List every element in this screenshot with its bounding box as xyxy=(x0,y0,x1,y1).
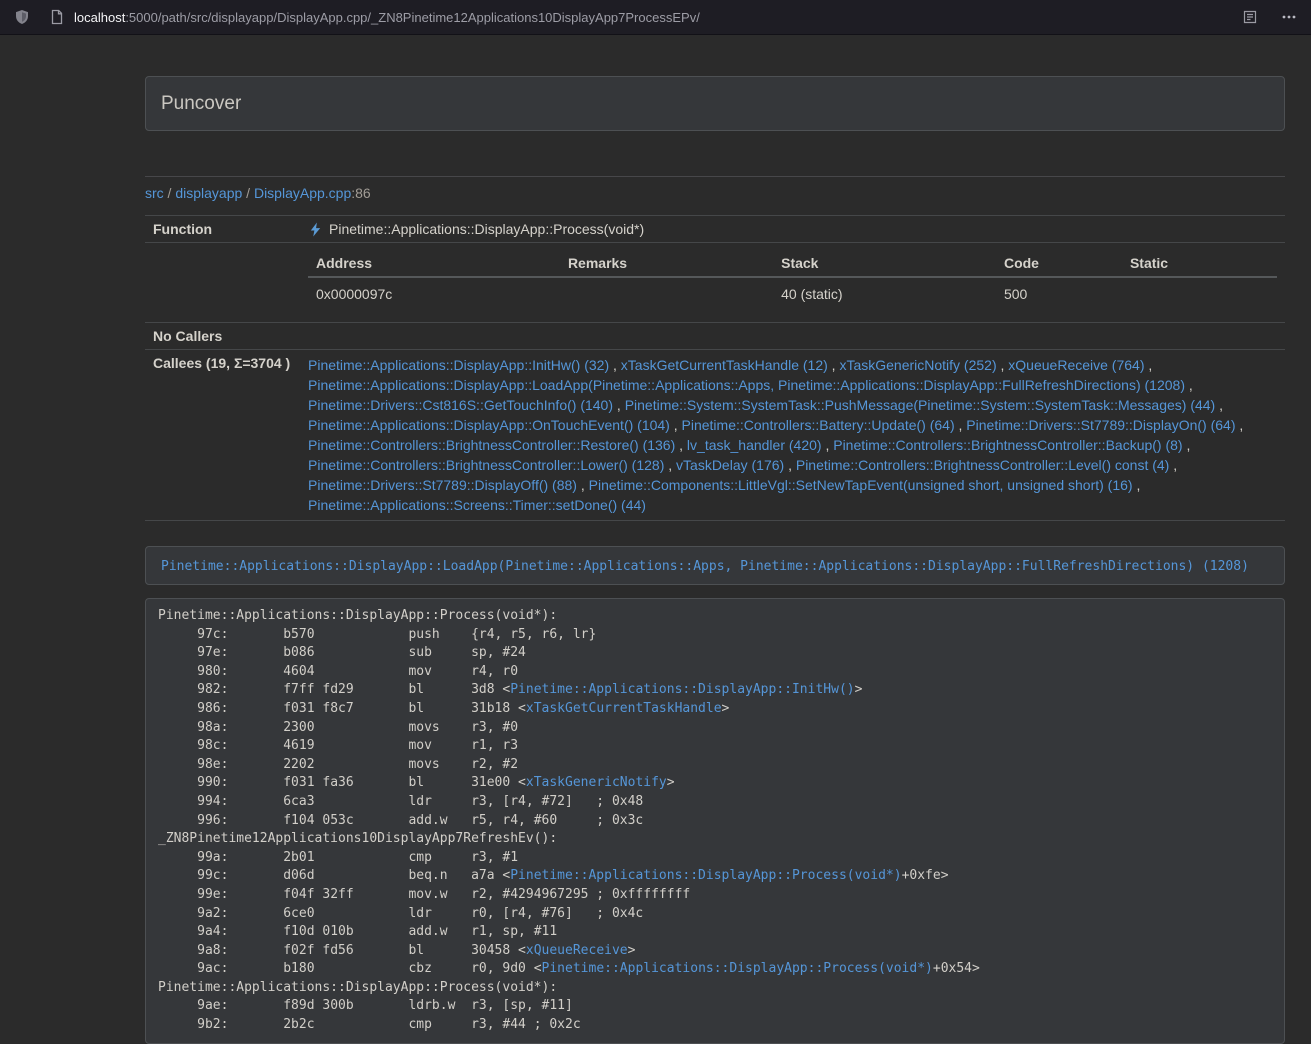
function-table: Function Pinetime::Applications::Display… xyxy=(145,215,1285,521)
stats-column-header: Static xyxy=(1122,250,1277,277)
callee-link[interactable]: Pinetime::System::SystemTask::PushMessag… xyxy=(625,397,1216,413)
menu-dots-icon[interactable] xyxy=(1281,9,1297,25)
stats-value-cell: 500 xyxy=(996,277,1122,312)
callee-link[interactable]: vTaskDelay (176) xyxy=(676,457,784,473)
callee-separator: , xyxy=(1236,417,1244,433)
stats-value-cell xyxy=(1122,277,1277,312)
callee-link[interactable]: Pinetime::Controllers::BrightnessControl… xyxy=(308,437,675,453)
app-navbar: Puncover xyxy=(145,76,1285,131)
callee-separator: , xyxy=(828,357,840,373)
stats-value-cell: 0x0000097c xyxy=(308,277,560,312)
callee-separator: , xyxy=(1169,457,1177,473)
callee-link[interactable]: Pinetime::Controllers::Battery::Update()… xyxy=(682,417,955,433)
breadcrumb-separator: / xyxy=(242,185,254,201)
code-symbol-link[interactable]: Pinetime::Applications::DisplayApp::Init… xyxy=(510,682,854,697)
callee-link[interactable]: Pinetime::Controllers::BrightnessControl… xyxy=(796,457,1169,473)
stats-value-row: 0x0000097c 40 (static)500 xyxy=(308,277,1277,312)
callee-link[interactable]: lv_task_handler (420) xyxy=(687,437,822,453)
callee-separator: , xyxy=(609,357,621,373)
symbol-heading-link[interactable]: Pinetime::Applications::DisplayApp::Load… xyxy=(161,559,1249,574)
callee-separator: , xyxy=(1183,437,1191,453)
breadcrumb-link[interactable]: DisplayApp.cpp xyxy=(254,185,351,201)
callee-link[interactable]: Pinetime::Applications::DisplayApp::Load… xyxy=(308,377,1185,393)
callers-row: No Callers xyxy=(145,323,1285,350)
brand-link[interactable]: Puncover xyxy=(161,93,241,115)
callee-separator: , xyxy=(955,417,967,433)
code-symbol-link[interactable]: Pinetime::Applications::DisplayApp::Proc… xyxy=(510,868,901,883)
callee-separator: , xyxy=(1185,377,1193,393)
url-host: localhost xyxy=(74,10,125,25)
callee-separator: , xyxy=(613,397,625,413)
callees-list: Pinetime::Applications::DisplayApp::Init… xyxy=(300,350,1285,521)
code-symbol-link[interactable]: xTaskGenericNotify xyxy=(526,775,667,790)
stats-column-header: Address xyxy=(308,250,560,277)
stats-column-header: Code xyxy=(996,250,1122,277)
browser-toolbar: localhost:5000/path/src/displayapp/Displ… xyxy=(0,0,1311,35)
url-path: :5000/path/src/displayapp/DisplayApp.cpp… xyxy=(125,10,700,25)
callee-link[interactable]: Pinetime::Drivers::St7789::DisplayOff() … xyxy=(308,477,577,493)
callees-row: Callees (19, Σ=3704 ) Pinetime::Applicat… xyxy=(145,350,1285,521)
page-container: Puncover src / displayapp / DisplayApp.c… xyxy=(145,76,1285,1044)
url-bar[interactable]: localhost:5000/path/src/displayapp/Displ… xyxy=(49,9,700,25)
disassembly-block: Pinetime::Applications::DisplayApp::Proc… xyxy=(145,598,1285,1044)
divider xyxy=(145,176,1285,177)
stats-value-cell: 40 (static) xyxy=(773,277,996,312)
breadcrumb-link[interactable]: displayapp xyxy=(175,185,242,201)
stats-column-header: Stack xyxy=(773,250,996,277)
shield-icon[interactable] xyxy=(14,9,30,25)
callee-link[interactable]: xTaskGetCurrentTaskHandle (12) xyxy=(621,357,828,373)
symbol-heading-panel: Pinetime::Applications::DisplayApp::Load… xyxy=(145,546,1285,585)
callee-link[interactable]: xQueueReceive (764) xyxy=(1008,357,1144,373)
function-label: Function xyxy=(145,216,300,243)
stats-header-row: AddressRemarksStackCodeStatic xyxy=(308,250,1277,277)
callee-separator: , xyxy=(1133,477,1141,493)
no-callers-label: No Callers xyxy=(145,323,300,350)
code-symbol-link[interactable]: xQueueReceive xyxy=(526,943,628,958)
callee-separator: , xyxy=(577,477,589,493)
callee-link[interactable]: xTaskGenericNotify (252) xyxy=(839,357,996,373)
callee-separator: , xyxy=(822,437,834,453)
code-symbol-link[interactable]: Pinetime::Applications::DisplayApp::Proc… xyxy=(542,961,933,976)
callee-link[interactable]: Pinetime::Applications::DisplayApp::OnTo… xyxy=(308,417,670,433)
callee-separator: , xyxy=(664,457,676,473)
callee-link[interactable]: Pinetime::Drivers::Cst816S::GetTouchInfo… xyxy=(308,397,613,413)
function-icon xyxy=(308,222,323,237)
callee-separator: , xyxy=(675,437,687,453)
callee-link[interactable]: Pinetime::Applications::DisplayApp::Init… xyxy=(308,357,609,373)
breadcrumb-line-number: :86 xyxy=(351,185,370,201)
callees-label: Callees (19, Σ=3704 ) xyxy=(145,350,300,521)
stats-value-cell xyxy=(560,277,773,312)
callee-separator: , xyxy=(997,357,1009,373)
reader-mode-icon[interactable] xyxy=(1242,9,1258,25)
callee-separator: , xyxy=(1215,397,1223,413)
stats-column-header: Remarks xyxy=(560,250,773,277)
callee-link[interactable]: Pinetime::Controllers::BrightnessControl… xyxy=(308,457,664,473)
function-name: Pinetime::Applications::DisplayApp::Proc… xyxy=(329,221,644,237)
stats-row: AddressRemarksStackCodeStatic 0x0000097c… xyxy=(145,243,1285,323)
code-symbol-link[interactable]: xTaskGetCurrentTaskHandle xyxy=(526,701,722,716)
callee-separator: , xyxy=(784,457,796,473)
breadcrumb-link[interactable]: src xyxy=(145,185,164,201)
callee-link[interactable]: Pinetime::Controllers::BrightnessControl… xyxy=(833,437,1182,453)
function-row: Function Pinetime::Applications::Display… xyxy=(145,216,1285,243)
breadcrumb: src / displayapp / DisplayApp.cpp:86 xyxy=(145,184,1285,202)
callee-separator: , xyxy=(1144,357,1152,373)
callee-separator: , xyxy=(670,417,682,433)
callee-link[interactable]: Pinetime::Drivers::St7789::DisplayOn() (… xyxy=(966,417,1235,433)
callee-link[interactable]: Pinetime::Components::LittleVgl::SetNewT… xyxy=(589,477,1133,493)
breadcrumb-separator: / xyxy=(164,185,176,201)
callee-link[interactable]: Pinetime::Applications::Screens::Timer::… xyxy=(308,497,646,513)
page-icon xyxy=(49,9,65,25)
symbol-stats-table: AddressRemarksStackCodeStatic 0x0000097c… xyxy=(308,250,1277,312)
